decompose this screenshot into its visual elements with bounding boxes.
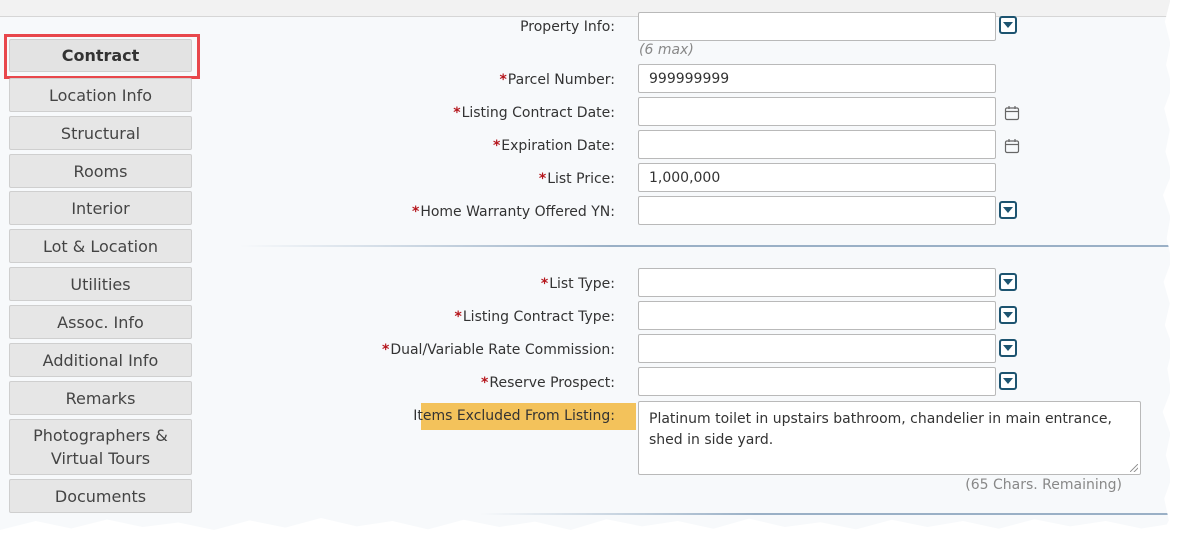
sidebar-item-label: Assoc. Info: [57, 312, 144, 332]
required-mark: *: [453, 105, 461, 121]
dual-rate-commission-label: *Dual/Variable Rate Commission:: [382, 342, 615, 358]
required-mark: *: [382, 342, 390, 358]
label-text: List Price:: [547, 171, 615, 187]
home-warranty-dropdown-arrow-icon[interactable]: [999, 201, 1017, 219]
list-price-field[interactable]: 1,000,000: [638, 163, 996, 192]
reserve-prospect-label: *Reserve Prospect:: [481, 375, 615, 391]
sidebar-item-location-info[interactable]: Location Info: [9, 78, 192, 112]
sidebar-item-lot-location[interactable]: Lot & Location: [9, 229, 192, 263]
resize-handle-icon[interactable]: [1130, 464, 1138, 472]
property-info-hint: (6 max): [639, 42, 694, 58]
sidebar-item-remarks[interactable]: Remarks: [9, 381, 192, 415]
reserve-prospect-field[interactable]: [638, 367, 996, 396]
parcel-number-field[interactable]: 999999999: [638, 64, 996, 93]
list-price-value: 1,000,000: [649, 170, 721, 186]
chars-remaining-counter: (65 Chars. Remaining): [965, 477, 1122, 493]
sidebar-item-label: Structural: [60, 123, 141, 143]
required-mark: *: [481, 375, 489, 391]
label-text: Listing Contract Type:: [462, 309, 615, 325]
home-warranty-field[interactable]: [638, 196, 996, 225]
list-type-dropdown-arrow-icon[interactable]: [999, 273, 1017, 291]
sidebar-item-documents[interactable]: Documents: [9, 479, 192, 513]
sidebar-item-structural[interactable]: Structural: [9, 116, 192, 150]
required-mark: *: [411, 204, 420, 220]
sidebar-item-label: Contract: [61, 46, 140, 65]
sidebar-item-interior[interactable]: Interior: [9, 191, 192, 225]
property-info-field[interactable]: [638, 12, 996, 41]
sidebar-item-photographers-virtual-tours[interactable]: Photographers & Virtual Tours: [9, 419, 192, 475]
reserve-prospect-dropdown-arrow-icon[interactable]: [999, 372, 1017, 390]
sidebar-item-label: Utilities: [70, 274, 131, 294]
label-text: Home Warranty Offered YN:: [420, 204, 615, 220]
list-type-field[interactable]: [638, 268, 996, 297]
listing-contract-type-field[interactable]: [638, 301, 996, 330]
label-text: Expiration Date:: [501, 138, 615, 154]
sidebar-item-label: Additional Info: [42, 350, 159, 370]
property-info-dropdown-arrow-icon[interactable]: [999, 16, 1017, 34]
calendar-icon[interactable]: [1004, 105, 1020, 121]
sidebar-item-label: Lot & Location: [42, 236, 158, 256]
listing-form-page: Contract Location Info Structural Rooms …: [0, 0, 1170, 530]
calendar-icon[interactable]: [1004, 138, 1020, 154]
listing-contract-date-label: *Listing Contract Date:: [453, 105, 615, 121]
sidebar-item-label: Remarks: [65, 388, 136, 408]
sidebar-item-label: Photographers & Virtual Tours: [33, 426, 168, 468]
dual-rate-commission-field[interactable]: [638, 334, 996, 363]
label-text: Listing Contract Date:: [461, 105, 615, 121]
sidebar-item-rooms[interactable]: Rooms: [9, 154, 192, 188]
sidebar-item-contract[interactable]: Contract: [9, 39, 192, 72]
expiration-date-field[interactable]: [638, 130, 996, 159]
expiration-date-label: *Expiration Date:: [493, 138, 615, 154]
property-info-label: Property Info:: [520, 19, 615, 35]
listing-contract-type-label: *Listing Contract Type:: [455, 309, 615, 325]
section-divider-bottom: [480, 513, 1170, 515]
home-warranty-label: *Home Warranty Offered YN:: [412, 204, 615, 220]
listing-contract-type-dropdown-arrow-icon[interactable]: [999, 306, 1017, 324]
list-type-label: *List Type:: [541, 276, 615, 292]
listing-contract-date-field[interactable]: [638, 97, 996, 126]
items-excluded-label: Items Excluded From Listing:: [413, 408, 615, 424]
section-divider: [240, 245, 1170, 247]
required-mark: *: [454, 309, 462, 325]
sidebar-item-label: Documents: [54, 486, 147, 506]
items-excluded-value: Platinum toilet in upstairs bathroom, ch…: [649, 411, 1112, 448]
label-text: List Type:: [549, 276, 615, 292]
label-text: Parcel Number:: [507, 72, 615, 88]
list-price-label: *List Price:: [539, 171, 615, 187]
sidebar-item-label: Rooms: [73, 161, 128, 181]
dual-rate-dropdown-arrow-icon[interactable]: [999, 339, 1017, 357]
items-excluded-textarea[interactable]: Platinum toilet in upstairs bathroom, ch…: [638, 401, 1141, 475]
label-text: Dual/Variable Rate Commission:: [390, 342, 615, 358]
required-mark: *: [538, 171, 547, 187]
label-text: Reserve Prospect:: [489, 375, 615, 391]
required-mark: *: [499, 72, 507, 88]
sidebar-item-label: Location Info: [48, 85, 153, 105]
sidebar-item-utilities[interactable]: Utilities: [9, 267, 192, 301]
required-mark: *: [540, 276, 549, 292]
sidebar-item-additional-info[interactable]: Additional Info: [9, 343, 192, 377]
parcel-number-label: *Parcel Number:: [499, 72, 615, 88]
sidebar-item-label: Interior: [71, 198, 130, 218]
required-mark: *: [492, 138, 501, 154]
parcel-number-value: 999999999: [649, 71, 730, 87]
sidebar-item-assoc-info[interactable]: Assoc. Info: [9, 305, 192, 339]
